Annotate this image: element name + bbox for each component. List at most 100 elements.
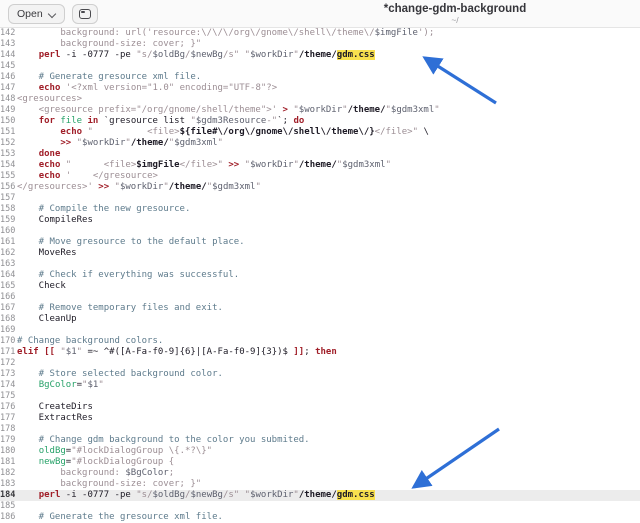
code-text bbox=[17, 358, 640, 369]
code-text: background: $BgColor; bbox=[17, 468, 640, 479]
code-text: perl -i -0777 -pe "s/$oldBg/$newBg/s" "$… bbox=[17, 490, 640, 501]
code-text: echo " <file>$imgFile</file>" >> "$workD… bbox=[17, 160, 640, 171]
line-number: 185 bbox=[0, 501, 17, 512]
code-line: 181 newBg="#lockDialogGroup { bbox=[0, 457, 640, 468]
line-number: 155 bbox=[0, 171, 17, 182]
code-line: 170# Change background colors. bbox=[0, 336, 640, 347]
code-text: echo ' </gresource> bbox=[17, 171, 640, 182]
code-text: echo '<?xml version="1.0" encoding="UTF-… bbox=[17, 83, 640, 94]
code-text bbox=[17, 391, 640, 402]
code-line: 173 # Store selected background color. bbox=[0, 369, 640, 380]
code-text bbox=[17, 226, 640, 237]
line-number: 142 bbox=[0, 28, 17, 39]
code-line: 148<gresources> bbox=[0, 94, 640, 105]
code-line: 149 <gresource prefix="/org/gnome/shell/… bbox=[0, 105, 640, 116]
code-line: 165 Check bbox=[0, 281, 640, 292]
line-number: 168 bbox=[0, 314, 17, 325]
line-number: 177 bbox=[0, 413, 17, 424]
code-text: CompileRes bbox=[17, 215, 640, 226]
line-number: 143 bbox=[0, 39, 17, 50]
code-line: 162 MoveRes bbox=[0, 248, 640, 259]
line-number: 158 bbox=[0, 204, 17, 215]
new-tab-button[interactable] bbox=[72, 4, 98, 24]
code-text: CreateDirs bbox=[17, 402, 640, 413]
line-number: 157 bbox=[0, 193, 17, 204]
line-number: 152 bbox=[0, 138, 17, 149]
code-line: 159 CompileRes bbox=[0, 215, 640, 226]
line-number: 170 bbox=[0, 336, 17, 347]
code-line: 161 # Move gresource to the default plac… bbox=[0, 237, 640, 248]
code-line: 174 BgColor="$1" bbox=[0, 380, 640, 391]
code-text: # Generate the gresource xml file. bbox=[17, 512, 640, 523]
line-number: 183 bbox=[0, 479, 17, 490]
line-number: 165 bbox=[0, 281, 17, 292]
line-number: 160 bbox=[0, 226, 17, 237]
line-number: 156 bbox=[0, 182, 17, 193]
line-number: 172 bbox=[0, 358, 17, 369]
code-line: 154 echo " <file>$imgFile</file>" >> "$w… bbox=[0, 160, 640, 171]
code-text: <gresources> bbox=[17, 94, 640, 105]
code-text: CleanUp bbox=[17, 314, 640, 325]
code-line: 178 bbox=[0, 424, 640, 435]
code-text: background: url('resource:\/\/\/org\/gno… bbox=[17, 28, 640, 39]
line-number: 171 bbox=[0, 347, 17, 358]
code-text: oldBg="#lockDialogGroup \{.*?\}" bbox=[17, 446, 640, 457]
code-text: # Move gresource to the default place. bbox=[17, 237, 640, 248]
code-text bbox=[17, 61, 640, 72]
code-text: # Change gdm background to the color you… bbox=[17, 435, 640, 446]
code-line: 157 bbox=[0, 193, 640, 204]
line-number: 147 bbox=[0, 83, 17, 94]
line-number: 144 bbox=[0, 50, 17, 61]
line-number: 169 bbox=[0, 325, 17, 336]
line-number: 182 bbox=[0, 468, 17, 479]
line-number: 186 bbox=[0, 512, 17, 523]
code-line: 182 background: $BgColor; bbox=[0, 468, 640, 479]
code-line: 183 background-size: cover; }" bbox=[0, 479, 640, 490]
line-number: 179 bbox=[0, 435, 17, 446]
code-line: 175 bbox=[0, 391, 640, 402]
line-number: 163 bbox=[0, 259, 17, 270]
search-match-highlight: gdm.css bbox=[337, 50, 375, 60]
code-line: 177 ExtractRes bbox=[0, 413, 640, 424]
line-number: 178 bbox=[0, 424, 17, 435]
headerbar: Open *change-gdm-background ~/ bbox=[0, 0, 640, 28]
chevron-down-icon bbox=[48, 8, 56, 16]
code-text: MoveRes bbox=[17, 248, 640, 259]
code-text: elif [[ "$1" =~ ^#([A-Fa-f0-9]{6}|[A-Fa-… bbox=[17, 347, 640, 358]
line-number: 162 bbox=[0, 248, 17, 259]
code-line: 153 done bbox=[0, 149, 640, 160]
code-editor[interactable]: 142 background: url('resource:\/\/\/org\… bbox=[0, 28, 640, 523]
line-number: 148 bbox=[0, 94, 17, 105]
line-number: 166 bbox=[0, 292, 17, 303]
line-number: 181 bbox=[0, 457, 17, 468]
open-button-label: Open bbox=[17, 8, 43, 20]
code-text: newBg="#lockDialogGroup { bbox=[17, 457, 640, 468]
line-number: 145 bbox=[0, 61, 17, 72]
line-number: 173 bbox=[0, 369, 17, 380]
code-line: 155 echo ' </gresource> bbox=[0, 171, 640, 182]
code-text: ExtractRes bbox=[17, 413, 640, 424]
code-line: 156</gresources>' >> "$workDir"/theme/"$… bbox=[0, 182, 640, 193]
new-tab-icon bbox=[79, 9, 91, 19]
open-button[interactable]: Open bbox=[8, 4, 65, 24]
code-line: 164 # Check if everything was successful… bbox=[0, 270, 640, 281]
code-line: 158 # Compile the new gresource. bbox=[0, 204, 640, 215]
code-line: 166 bbox=[0, 292, 640, 303]
line-number: 164 bbox=[0, 270, 17, 281]
window-title-area: *change-gdm-background ~/ bbox=[295, 3, 615, 25]
code-text: # Change background colors. bbox=[17, 336, 640, 347]
code-text bbox=[17, 325, 640, 336]
code-line: 150 for file in `gresource list "$gdm3Re… bbox=[0, 116, 640, 127]
code-text: <gresource prefix="/org/gnome/shell/them… bbox=[17, 105, 640, 116]
document-path: ~/ bbox=[295, 16, 615, 25]
code-line: 151 echo " <file>${file#\/org\/gnome\/sh… bbox=[0, 127, 640, 138]
code-text: # Store selected background color. bbox=[17, 369, 640, 380]
code-line: 145 bbox=[0, 61, 640, 72]
code-line: 179 # Change gdm background to the color… bbox=[0, 435, 640, 446]
code-text bbox=[17, 259, 640, 270]
code-text: # Check if everything was successful. bbox=[17, 270, 640, 281]
code-line: 147 echo '<?xml version="1.0" encoding="… bbox=[0, 83, 640, 94]
code-line: 142 background: url('resource:\/\/\/org\… bbox=[0, 28, 640, 39]
code-text: Check bbox=[17, 281, 640, 292]
code-text: done bbox=[17, 149, 640, 160]
